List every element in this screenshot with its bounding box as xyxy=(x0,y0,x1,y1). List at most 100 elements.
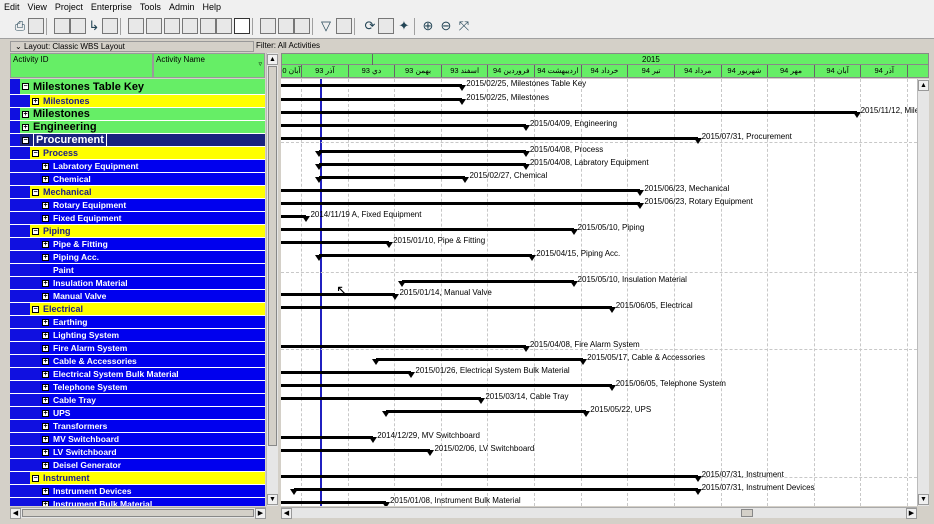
expand-icon[interactable]: + xyxy=(42,435,49,443)
table-row[interactable]: + MV Switchboard xyxy=(10,433,265,446)
table-row[interactable]: + Manual Valve xyxy=(10,290,265,303)
table-row[interactable]: Paint xyxy=(10,264,265,277)
table-row[interactable]: + Cable Tray xyxy=(10,394,265,407)
scroll-down-arrow[interactable]: ▼ xyxy=(918,494,929,505)
table-row[interactable]: + Lighting System xyxy=(10,329,265,342)
table-row[interactable]: + Rotary Equipment xyxy=(10,199,265,212)
gantt-bar[interactable] xyxy=(281,436,374,439)
gantt-bar[interactable] xyxy=(281,501,386,504)
menu-admin[interactable]: Admin xyxy=(165,0,199,15)
expand-icon[interactable]: + xyxy=(42,448,49,456)
table-row[interactable]: + Piping Acc. xyxy=(10,251,265,264)
scroll-left-arrow[interactable]: ◀ xyxy=(10,508,21,519)
expand-icon[interactable]: + xyxy=(42,500,49,506)
column-icon[interactable] xyxy=(70,18,86,34)
table-row[interactable]: + Chemical xyxy=(10,173,265,186)
expand-icon[interactable]: + xyxy=(32,97,39,105)
relationship-icon[interactable]: ↳ xyxy=(86,18,102,34)
scroll-right-arrow[interactable]: ▶ xyxy=(906,508,917,519)
menu-enterprise[interactable]: Enterprise xyxy=(87,0,136,15)
gantt-bar[interactable] xyxy=(281,449,431,452)
table-row[interactable]: − Mechanical xyxy=(10,186,265,199)
table-row[interactable]: + Transformers xyxy=(10,420,265,433)
expand-icon[interactable]: + xyxy=(42,487,49,495)
expand-icon[interactable]: + xyxy=(42,162,49,170)
expand-icon[interactable]: + xyxy=(42,175,49,183)
table-row[interactable]: − Procurement xyxy=(10,133,265,147)
expand-icon[interactable]: + xyxy=(42,409,49,417)
table-row[interactable]: + Pipe & Fitting xyxy=(10,238,265,251)
expand-icon[interactable]: + xyxy=(42,357,49,365)
expand-icon[interactable]: + xyxy=(42,292,49,300)
menu-edit[interactable]: Edit xyxy=(0,0,24,15)
table-row[interactable]: − Electrical xyxy=(10,303,265,316)
gantt-bar[interactable] xyxy=(385,410,587,413)
collapse-icon[interactable]: − xyxy=(32,188,39,196)
table-row[interactable]: + Fixed Equipment xyxy=(10,212,265,225)
table-row[interactable]: + Telephone System xyxy=(10,381,265,394)
gantt-bar[interactable] xyxy=(281,98,463,101)
expand-icon[interactable]: + xyxy=(42,201,49,209)
menu-help[interactable]: Help xyxy=(198,0,225,15)
table-row[interactable]: + Instrument Devices xyxy=(10,485,265,498)
table-row[interactable]: + Fire Alarm System xyxy=(10,342,265,355)
expand-icon[interactable]: + xyxy=(42,370,49,378)
zoom-out-icon[interactable]: ⊖ xyxy=(438,18,454,34)
expand-icon[interactable]: + xyxy=(42,331,49,339)
gantt-bar[interactable] xyxy=(319,163,526,166)
layout-selector[interactable]: ⌄ Layout: Classic WBS Layout xyxy=(10,41,254,52)
layout-5-icon[interactable] xyxy=(200,18,216,34)
gantt-bar[interactable] xyxy=(281,371,412,374)
table-row[interactable]: + Milestones xyxy=(10,95,265,108)
collapse-icon[interactable]: − xyxy=(22,136,29,144)
columns-icon[interactable] xyxy=(278,18,294,34)
table-row[interactable]: + Earthing xyxy=(10,316,265,329)
table-row[interactable]: + Labratory Equipment xyxy=(10,160,265,173)
network-icon[interactable] xyxy=(102,18,118,34)
scroll-up-arrow[interactable]: ▲ xyxy=(267,54,278,65)
table-row[interactable]: + Electrical System Bulk Material xyxy=(10,368,265,381)
gantt-bar[interactable] xyxy=(281,124,526,127)
gantt-bar[interactable] xyxy=(319,150,526,153)
print-preview-icon[interactable] xyxy=(28,18,44,34)
table-row[interactable]: + Instrument Bulk Material xyxy=(10,498,265,506)
gantt-bar[interactable] xyxy=(281,397,482,400)
level-icon[interactable] xyxy=(378,18,394,34)
table-icon[interactable] xyxy=(54,18,70,34)
expand-icon[interactable]: + xyxy=(42,214,49,222)
gantt-bar[interactable] xyxy=(281,241,390,244)
table-row[interactable]: + Cable & Accessories xyxy=(10,355,265,368)
table-row[interactable]: + LV Switchboard xyxy=(10,446,265,459)
gantt-bar[interactable] xyxy=(281,345,526,348)
table-row[interactable]: − Instrument xyxy=(10,472,265,485)
collapse-icon[interactable]: − xyxy=(32,474,39,482)
details-icon[interactable] xyxy=(294,18,310,34)
gantt-bar[interactable] xyxy=(376,358,584,361)
expand-icon[interactable]: + xyxy=(42,396,49,404)
gantt-bar[interactable] xyxy=(281,189,641,192)
gantt-horizontal-scrollbar[interactable]: ◀ ▶ xyxy=(281,507,917,519)
expand-icon[interactable]: + xyxy=(42,383,49,391)
gantt-bar[interactable] xyxy=(319,254,533,257)
column-header-activity-id[interactable]: Activity ID xyxy=(10,53,153,78)
scroll-down-arrow[interactable]: ▼ xyxy=(267,494,278,505)
layout-4-icon[interactable] xyxy=(182,18,198,34)
expand-icon[interactable]: + xyxy=(42,422,49,430)
gantt-chart[interactable]: 2015/02/25, Milestones Table Key 2015/02/… xyxy=(281,79,917,506)
gantt-bar[interactable] xyxy=(281,84,463,87)
scroll-thumb[interactable] xyxy=(741,509,753,517)
expand-icon[interactable]: + xyxy=(42,318,49,326)
expand-icon[interactable]: + xyxy=(42,240,49,248)
layout-2-icon[interactable] xyxy=(146,18,162,34)
scroll-thumb[interactable] xyxy=(268,66,277,446)
schedule-icon[interactable]: ⟳ xyxy=(362,18,378,34)
gantt-bar[interactable] xyxy=(281,228,574,231)
table-row[interactable]: + Deisel Generator xyxy=(10,459,265,472)
activity-table-vertical-scrollbar[interactable]: ▲ ▼ xyxy=(266,53,278,506)
menu-project[interactable]: Project xyxy=(51,0,87,15)
filter-icon[interactable]: ▽ xyxy=(318,18,334,34)
gantt-bar[interactable] xyxy=(281,111,857,114)
gantt-bar[interactable] xyxy=(281,306,612,309)
expand-icon[interactable]: + xyxy=(42,253,49,261)
layout-1-icon[interactable] xyxy=(128,18,144,34)
